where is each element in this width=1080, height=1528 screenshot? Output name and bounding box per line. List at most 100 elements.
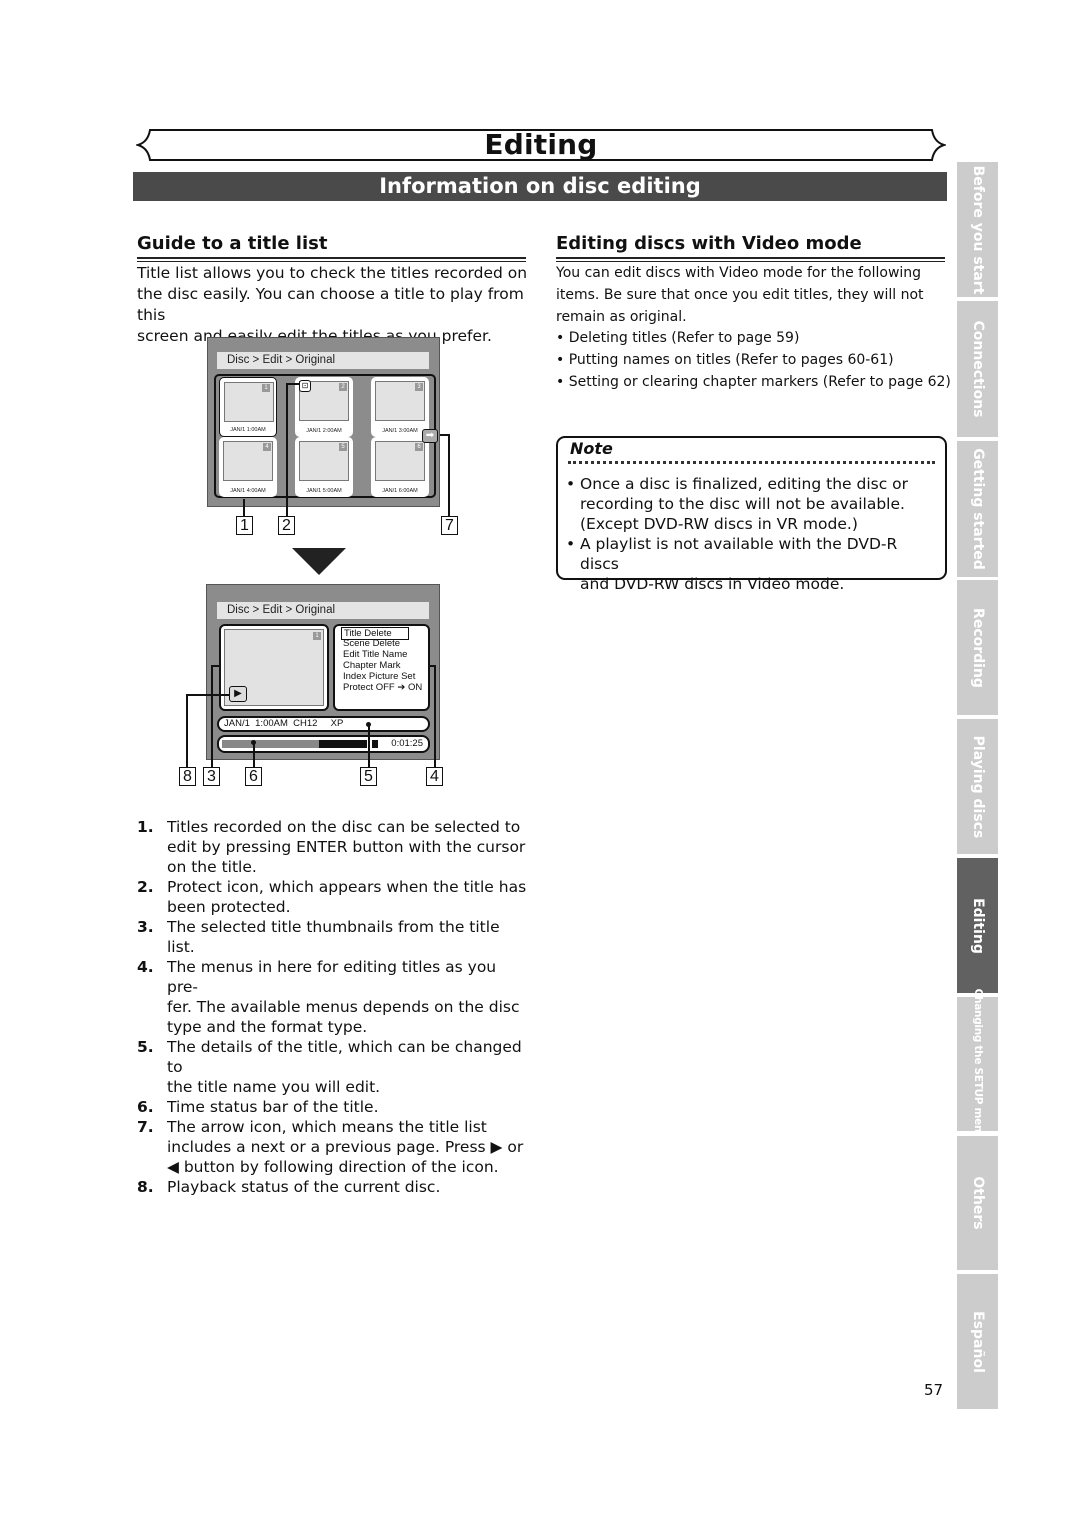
side-tab-playing-discs[interactable]: Playing discs xyxy=(957,719,998,854)
callout-label: 6 xyxy=(245,767,262,786)
title-date: JAN/1 5:00AM xyxy=(306,488,342,494)
side-tab-changing-setup-menu[interactable]: Changing the SETUP menu xyxy=(957,989,998,1139)
legend-line: edit by pressing ENTER button with the c… xyxy=(167,838,526,856)
video-mode-heading-rule xyxy=(556,257,945,262)
legend-item: 3. The selected title thumbnails from th… xyxy=(137,917,532,957)
bullet: • xyxy=(566,475,576,493)
legend-number: 2. xyxy=(137,878,154,896)
menu-item-index-picture-set[interactable]: Index Picture Set xyxy=(343,671,415,682)
selected-title-preview: 1 ▶ xyxy=(219,624,329,711)
legend-line: the title name you will edit. xyxy=(167,1078,381,1096)
side-tab-label: Getting started xyxy=(969,448,986,570)
breadcrumb: Disc > Edit > Original xyxy=(217,602,429,619)
video-mode-bullet: • Setting or clearing chapter markers (R… xyxy=(556,373,951,390)
video-mode-intro-line: remain as original. xyxy=(556,308,687,325)
time-fill xyxy=(319,740,367,748)
note-line: A playlist is not available with the DVD… xyxy=(580,535,898,573)
callout-label: 5 xyxy=(360,767,377,786)
callout-line xyxy=(253,744,255,767)
title-number: 1 xyxy=(262,384,270,392)
edit-menu: Title Delete Scene Delete Edit Title Nam… xyxy=(333,624,430,711)
legend-number: 5. xyxy=(137,1038,154,1056)
title-list-screen: Disc > Edit > Original 1 JAN/1 1:00AM 2 … xyxy=(207,337,440,507)
side-tab-label: Editing xyxy=(969,897,986,954)
title-thumbnail[interactable]: 1 JAN/1 1:00AM xyxy=(219,377,277,437)
legend-line: fer. The available menus depends on the … xyxy=(167,998,520,1016)
callout-line xyxy=(286,383,300,385)
title-date: JAN/1 2:00AM xyxy=(306,428,342,434)
note-line: Once a disc is finalized, editing the di… xyxy=(580,475,909,493)
title-number: 1 xyxy=(313,632,321,640)
side-tab-espanol[interactable]: Español xyxy=(957,1274,998,1409)
legend-number: 7. xyxy=(137,1118,154,1136)
callout-label: 3 xyxy=(203,767,220,786)
video-mode-bullet: • Putting names on titles (Refer to page… xyxy=(556,352,894,369)
legend-item: 6. Time status bar of the title. xyxy=(137,1097,532,1117)
side-tab-label: Before you start xyxy=(969,165,986,294)
title-info-bar: JAN/1 1:00AM CH12 XP xyxy=(217,716,430,732)
callout-line xyxy=(448,434,450,516)
side-tab-label: Playing discs xyxy=(969,735,986,838)
legend-item: 5. The details of the title, which can b… xyxy=(137,1037,532,1097)
bullet: • xyxy=(566,535,576,553)
legend-line: ◀ button by following direction of the i… xyxy=(167,1158,499,1176)
side-tab-editing[interactable]: Editing xyxy=(957,858,998,993)
legend-number: 6. xyxy=(137,1098,154,1116)
title-date: JAN/1 6:00AM xyxy=(382,488,418,494)
title-number: 3 xyxy=(415,383,423,391)
title-thumbnail[interactable]: 6 JAN/1 6:00AM xyxy=(371,437,429,497)
protect-lock-icon: ⊡ xyxy=(299,380,311,392)
legend-line: Protect icon, which appears when the tit… xyxy=(167,878,527,896)
side-tab-label: Changing the SETUP menu xyxy=(971,988,984,1140)
side-tab-others[interactable]: Others xyxy=(957,1136,998,1270)
side-tab-label: Connections xyxy=(969,320,986,418)
video-mode-intro-line: You can edit discs with Video mode for t… xyxy=(556,265,922,281)
menu-item-protect[interactable]: Protect OFF ➔ ON xyxy=(343,682,422,693)
legend-item: 8. Playback status of the current disc. xyxy=(137,1177,532,1197)
title-date: JAN/1 3:00AM xyxy=(382,428,418,434)
callout-label: 1 xyxy=(236,516,253,535)
time-marker xyxy=(372,740,378,748)
play-status-icon: ▶ xyxy=(229,686,247,702)
title-number: 5 xyxy=(339,443,347,451)
legend-item: 1. Titles recorded on the disc can be se… xyxy=(137,817,532,877)
page-number: 57 xyxy=(924,1381,944,1399)
legend-number: 1. xyxy=(137,818,154,836)
time-status-bar: 0:01:25 xyxy=(217,735,430,753)
video-mode-intro: You can edit discs with Video mode for t… xyxy=(556,263,951,394)
title-thumbnail[interactable]: 4 JAN/1 4:00AM xyxy=(219,437,277,497)
next-page-arrow-icon[interactable]: ➡ xyxy=(422,429,438,443)
legend-number: 3. xyxy=(137,918,154,936)
note-line: and DVD-RW discs in Video mode. xyxy=(580,575,845,593)
legend-line: on the title. xyxy=(167,858,257,876)
section-title: Information on disc editing xyxy=(133,172,947,201)
legend-line: The arrow icon, which means the title li… xyxy=(167,1118,487,1136)
legend-line: Playback status of the current disc. xyxy=(167,1178,441,1196)
guide-heading-rule xyxy=(137,257,526,262)
legend-line: The menus in here for editing titles as … xyxy=(167,958,497,996)
note-title: Note xyxy=(570,439,613,458)
side-tab-label: Others xyxy=(969,1176,986,1230)
side-tab-recording[interactable]: Recording xyxy=(957,580,998,715)
title-thumbnail[interactable]: 5 JAN/1 5:00AM xyxy=(295,437,353,497)
side-tab-before-you-start[interactable]: Before you start xyxy=(957,162,998,297)
callout-line xyxy=(368,726,370,767)
legend-line: Time status bar of the title. xyxy=(167,1098,379,1116)
callout-line xyxy=(186,694,230,696)
side-tab-getting-started[interactable]: Getting started xyxy=(957,441,998,577)
video-mode-bullet: • Deleting titles (Refer to page 59) xyxy=(556,330,800,347)
side-tab-connections[interactable]: Connections xyxy=(957,301,998,437)
down-arrow-icon xyxy=(292,548,346,575)
note-line: recording to the disc will not be availa… xyxy=(580,495,905,513)
title-thumbnail[interactable]: 3 JAN/1 3:00AM xyxy=(371,377,429,437)
note-item: • Once a disc is finalized, editing the … xyxy=(566,474,940,534)
breadcrumb: Disc > Edit > Original xyxy=(217,352,429,369)
legend-number: 4. xyxy=(137,958,154,976)
legend-item: 2. Protect icon, which appears when the … xyxy=(137,877,532,917)
menu-item-chapter-mark[interactable]: Chapter Mark xyxy=(343,660,401,671)
menu-item-edit-title-name[interactable]: Edit Title Name xyxy=(343,649,407,660)
menu-item-scene-delete[interactable]: Scene Delete xyxy=(343,638,400,649)
note-divider xyxy=(568,461,935,464)
note-item: • A playlist is not available with the D… xyxy=(566,534,940,594)
callout-line xyxy=(434,665,436,767)
